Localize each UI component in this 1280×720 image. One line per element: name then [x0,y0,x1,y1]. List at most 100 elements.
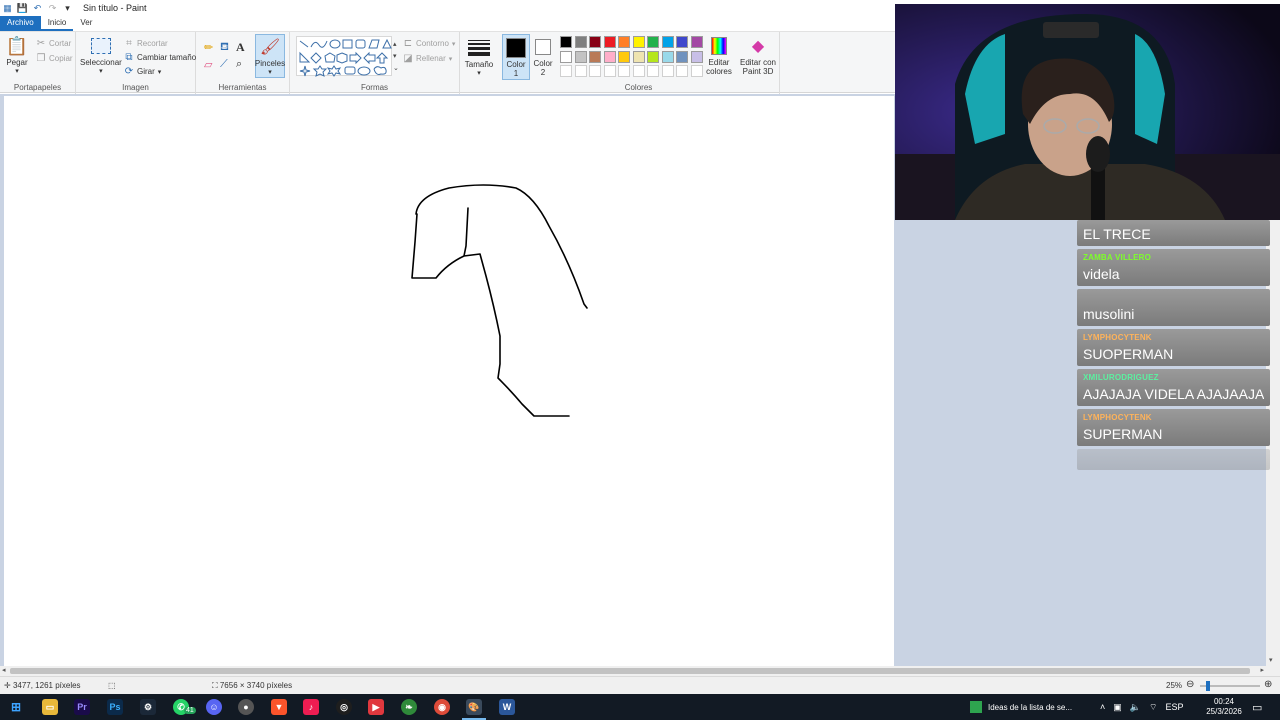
redo-icon[interactable]: ↷ [47,3,58,14]
custom-color-slot[interactable] [690,65,703,77]
undo-icon[interactable]: ↶ [32,3,43,14]
custom-color-slot[interactable] [661,65,674,77]
horizontal-scroll-thumb[interactable] [10,668,1250,674]
color-swatch[interactable] [690,50,703,63]
paint-taskbar-icon[interactable]: 🎨 [466,699,482,715]
tab-inicio[interactable]: Inicio [40,16,74,31]
color-swatch[interactable] [560,36,572,48]
color-picker-icon[interactable]: ⟋ [220,58,228,71]
color-swatch[interactable] [647,50,659,63]
custom-color-slot[interactable] [574,65,587,77]
chevron-up-icon[interactable]: ˄ [1100,702,1105,712]
custom-color-slot[interactable] [676,65,688,77]
cursor-position: ✛ 3477, 1261 píxeles [4,681,81,690]
notification-item[interactable]: Ideas de la lista de se... [970,694,1072,720]
scissors-icon: ✂ [36,38,46,49]
copy-button[interactable]: ❐ Copiar [36,53,73,64]
language-indicator[interactable]: ESP [1165,702,1183,712]
photoshop-icon[interactable]: Ps [107,699,123,715]
custom-color-slot[interactable] [618,65,630,77]
color1-button[interactable]: Color 1 [502,34,530,80]
windows-start-icon[interactable]: ⊞ [8,699,24,715]
color-swatch[interactable] [560,50,572,63]
obs-icon[interactable]: ● [238,699,254,715]
fl-studio-icon[interactable]: ❧ [401,699,417,715]
zoom-slider[interactable] [1200,681,1260,691]
color-swatch[interactable] [632,50,645,63]
scroll-down-arrow-icon[interactable]: ▾ [1269,656,1273,664]
speaker-icon[interactable]: 🔈 [1130,702,1141,713]
file-explorer-icon[interactable]: ▭ [42,699,58,715]
crop-button[interactable]: ⌗ Recortar [124,38,168,49]
color-swatch[interactable] [690,36,703,48]
tab-archivo[interactable]: Archivo [0,16,41,31]
custom-color-slot[interactable] [603,65,616,77]
capcut-icon[interactable]: ◎ [336,699,352,715]
edit-paint3d-button[interactable]: ◆ Editar con Paint 3D [738,34,778,76]
color-swatch[interactable] [574,50,587,63]
shapes-scroll-up-icon[interactable]: ▴ [393,40,397,48]
cut-button[interactable]: ✂ Cortar [36,38,71,49]
color-swatch[interactable] [618,50,630,63]
scroll-right-arrow-icon[interactable]: ▸ [1260,666,1264,674]
color-swatch[interactable] [632,36,645,48]
horizontal-scrollbar[interactable]: ◂ ▸ [0,666,1280,676]
tab-ver[interactable]: Ver [73,16,99,31]
save-icon[interactable]: 💾 [17,3,28,14]
outline-button[interactable]: ⊏ Contorno ▾ [403,38,456,49]
custom-color-slot[interactable] [589,65,601,77]
notification-center-icon[interactable]: ▭ [1252,694,1262,720]
color-swatch[interactable] [618,36,630,48]
color-swatch[interactable] [589,36,601,48]
custom-color-slot[interactable] [560,65,572,77]
paint-app-icon: ▦ [3,2,12,13]
brushes-button[interactable]: 🖌 Pinceles ▾ [255,34,285,78]
select-button[interactable]: Seleccionar ▾ [80,34,122,75]
color2-button[interactable]: Color 2 [532,34,554,80]
zoom-out-icon[interactable]: ⊖ [1186,679,1194,690]
pencil-icon[interactable]: ✏ [204,41,213,54]
drawing-canvas[interactable] [4,96,894,666]
red-app-icon[interactable]: ▶ [368,699,384,715]
size-button[interactable]: Tamaño ▾ [464,36,494,77]
shapes-expand-icon[interactable]: ⌄ [393,64,399,72]
steam-icon[interactable]: ⚙ [140,699,156,715]
fill-button[interactable]: ◪ Rellenar ▾ [403,53,452,64]
fill-bucket-icon[interactable]: ⛾ [220,41,229,55]
discord-icon[interactable]: ☺ [206,699,222,715]
color-swatch[interactable] [603,50,616,63]
copy-label: Copiar [49,54,73,63]
customize-quick-access-icon[interactable]: ▾ [62,3,73,14]
wifi-icon[interactable]: ⌔ [1149,702,1157,713]
word-icon[interactable]: W [499,699,515,715]
zoom-slider-thumb[interactable] [1206,681,1210,691]
premiere-icon[interactable]: Pr [74,699,90,715]
clock[interactable]: 00:24 25/3/2026 [1204,694,1244,720]
brave-icon[interactable]: ▼ [271,699,287,715]
paste-button[interactable]: 📋 Pegar ▾ [4,34,30,76]
color-swatch[interactable] [574,36,587,48]
custom-color-slot[interactable] [647,65,659,77]
color-swatch[interactable] [676,36,688,48]
network-icon[interactable]: ▣ [1113,702,1122,713]
edit-colors-button[interactable]: Editar colores [702,34,736,76]
custom-color-slot[interactable] [632,65,645,77]
shapes-scroll-down-icon[interactable]: ▾ [393,52,397,60]
color-swatch[interactable] [661,36,674,48]
color-swatch[interactable] [603,36,616,48]
color-swatch[interactable] [661,50,674,63]
resize-button[interactable]: ⧉ Cambiar tamaño [124,52,196,63]
chrome-icon[interactable]: ◉ [434,699,450,715]
scroll-left-arrow-icon[interactable]: ◂ [2,666,6,674]
eraser-icon[interactable]: ▱ [204,58,212,71]
shapes-gallery[interactable] [296,36,392,77]
magnifier-icon[interactable]: ⌕ [236,58,242,71]
zoom-in-icon[interactable]: ⊕ [1264,679,1272,690]
text-tool-icon[interactable]: A [236,40,245,55]
tiktok-icon[interactable]: ♪ [303,699,319,715]
clock-date: 25/3/2026 [1206,707,1242,716]
rotate-button[interactable]: ⟳ Girar ▾ [124,66,162,77]
color-swatch[interactable] [589,50,601,63]
color-swatch[interactable] [676,50,688,63]
color-swatch[interactable] [647,36,659,48]
